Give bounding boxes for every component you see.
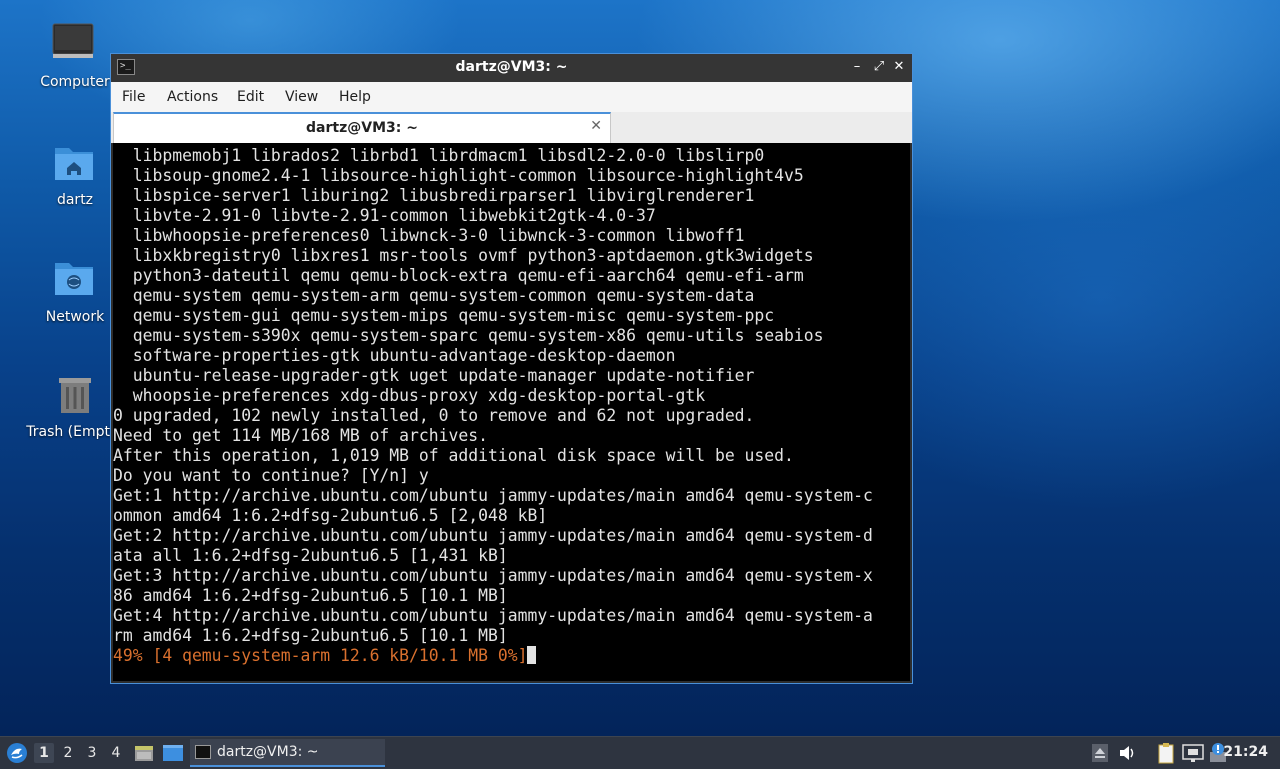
title-bar[interactable]: >_ dartz@VM3: ~ – ⤢ ✕ <box>111 54 912 82</box>
terminal-line: qemu-system-gui qemu-system-mips qemu-sy… <box>113 306 775 325</box>
workspace-3[interactable]: 3 <box>82 743 102 763</box>
terminal-line: rm amd64 1:6.2+dfsg-2ubuntu6.5 [10.1 MB] <box>113 626 508 645</box>
terminal-line: libpmemobj1 librados2 librbd1 librdmacm1… <box>113 146 765 165</box>
terminal-line: Get:3 http://archive.ubuntu.com/ubuntu j… <box>113 566 873 585</box>
download-progress-line: 49% [4 qemu-system-arm 12.6 kB/10.1 MB 0… <box>113 646 873 666</box>
terminal-line: libwhoopsie-preferences0 libwnck-3-0 lib… <box>113 226 745 245</box>
trash-icon <box>51 372 99 420</box>
show-desktop-icon[interactable] <box>162 743 184 767</box>
tab-label: dartz@VM3: ~ <box>306 120 418 136</box>
network-folder-icon <box>51 257 99 305</box>
menu-help[interactable]: Help <box>339 89 371 105</box>
tab-bar: dartz@VM3: ~ ✕ <box>111 112 912 143</box>
terminal-line: Get:2 http://archive.ubuntu.com/ubuntu j… <box>113 526 873 545</box>
terminal-line: qemu-system-s390x qemu-system-sparc qemu… <box>113 326 824 345</box>
progress-text: 49% [4 qemu-system-arm 12.6 kB/10.1 MB 0… <box>113 646 528 665</box>
terminal-cursor <box>527 646 537 664</box>
clipboard-icon[interactable] <box>1156 742 1176 768</box>
home-folder-icon <box>51 140 99 188</box>
terminal-line: ommon amd64 1:6.2+dfsg-2ubuntu6.5 [2,048… <box>113 506 548 525</box>
minimize-button[interactable]: – <box>848 58 866 76</box>
tab-close-icon[interactable]: ✕ <box>590 118 602 134</box>
task-label: dartz@VM3: ~ <box>217 744 319 760</box>
tab-terminal[interactable]: dartz@VM3: ~ ✕ <box>113 112 611 143</box>
terminal-line: software-properties-gtk ubuntu-advantage… <box>113 346 676 365</box>
file-manager-icon[interactable] <box>134 743 154 767</box>
terminal-line: libspice-server1 liburing2 libusbredirpa… <box>113 186 755 205</box>
maximize-button[interactable]: ⤢ <box>870 58 888 76</box>
eject-icon[interactable] <box>1092 744 1108 766</box>
terminal-line: qemu-system qemu-system-arm qemu-system-… <box>113 286 755 305</box>
menu-bar: File Actions Edit View Help <box>111 82 912 113</box>
network-icon[interactable] <box>1182 743 1204 767</box>
menu-view[interactable]: View <box>285 89 318 105</box>
terminal-line: 0 upgraded, 102 newly installed, 0 to re… <box>113 406 755 425</box>
terminal-line: Do you want to continue? [Y/n] y <box>113 466 429 485</box>
volume-icon[interactable] <box>1118 744 1136 766</box>
clock[interactable]: 21:24 <box>1223 744 1268 760</box>
window-title: dartz@VM3: ~ <box>455 59 568 75</box>
workspace-1[interactable]: 1 <box>34 743 54 763</box>
terminal-icon <box>195 745 211 759</box>
workspace-2[interactable]: 2 <box>58 743 78 763</box>
terminal-line: Get:1 http://archive.ubuntu.com/ubuntu j… <box>113 486 873 505</box>
desktop: Computer dartz Network Trash (Empty) >_ … <box>0 0 1280 736</box>
computer-icon <box>51 22 99 70</box>
workspace-4[interactable]: 4 <box>106 743 126 763</box>
menu-edit[interactable]: Edit <box>237 89 264 105</box>
terminal-line: Get:4 http://archive.ubuntu.com/ubuntu j… <box>113 606 873 625</box>
terminal-line: whoopsie-preferences xdg-dbus-proxy xdg-… <box>113 386 706 405</box>
terminal-line: libsoup-gnome2.4-1 libsource-highlight-c… <box>113 166 804 185</box>
close-button[interactable]: ✕ <box>890 58 908 76</box>
terminal-line: ata all 1:6.2+dfsg-2ubuntu6.5 [1,431 kB] <box>113 546 508 565</box>
terminal-line: python3-dateutil qemu qemu-block-extra q… <box>113 266 804 285</box>
terminal-output[interactable]: libpmemobj1 librados2 librbd1 librdmacm1… <box>113 143 910 681</box>
terminal-line: ubuntu-release-upgrader-gtk uget update-… <box>113 366 755 385</box>
terminal-line: libvte-2.91-0 libvte-2.91-common libwebk… <box>113 206 656 225</box>
terminal-line: After this operation, 1,019 MB of additi… <box>113 446 794 465</box>
terminal-line: Need to get 114 MB/168 MB of archives. <box>113 426 488 445</box>
menu-file[interactable]: File <box>122 89 145 105</box>
lxqt-logo-icon[interactable] <box>6 742 28 768</box>
terminal-line: 86 amd64 1:6.2+dfsg-2ubuntu6.5 [10.1 MB] <box>113 586 508 605</box>
terminal-line: libxkbregistry0 libxres1 msr-tools ovmf … <box>113 246 814 265</box>
taskbar: 1 2 3 4 dartz@VM3: ~ 21:24 <box>0 736 1280 769</box>
terminal-lines: libpmemobj1 librados2 librbd1 librdmacm1… <box>113 146 873 666</box>
taskbar-task-terminal[interactable]: dartz@VM3: ~ <box>190 739 385 767</box>
terminal-window: >_ dartz@VM3: ~ – ⤢ ✕ File Actions Edit … <box>110 53 913 684</box>
menu-actions[interactable]: Actions <box>167 89 218 105</box>
